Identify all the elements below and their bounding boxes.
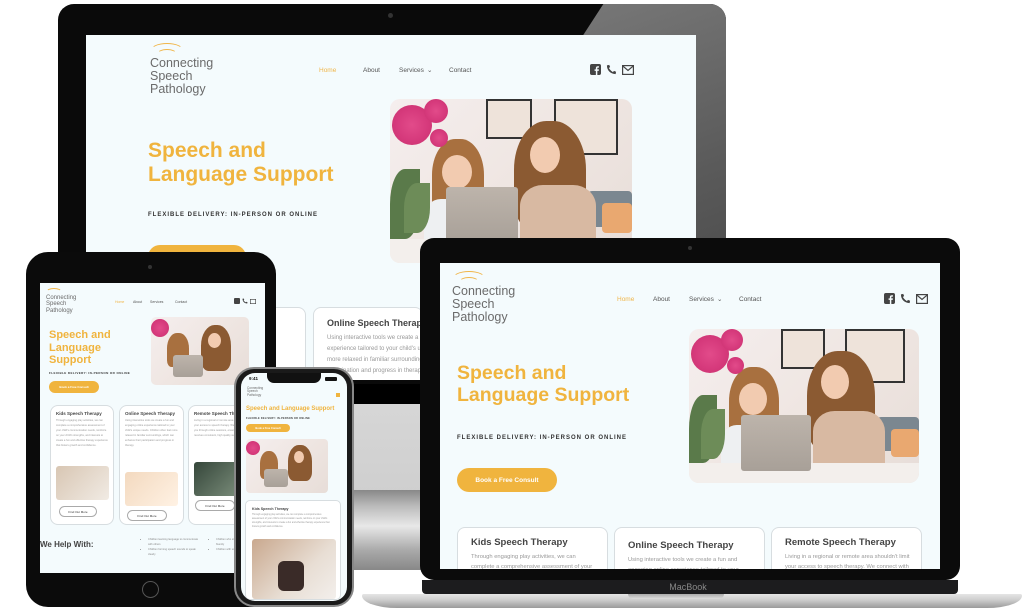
- iphone-screen: 9:41 Connecting Speech Pathology Speech …: [241, 373, 347, 601]
- ipad-book-consult-button[interactable]: Book a Free Consult: [49, 381, 99, 393]
- ipad-card-online-button[interactable]: Find Out More: [127, 510, 167, 521]
- ipad-help-list-1: Children learning language to communicat…: [148, 537, 203, 557]
- nav-services[interactable]: Services: [689, 296, 714, 303]
- logo-arcs-icon: [452, 269, 486, 285]
- mb-service-card-remote: Remote Speech Therapy Living in a region…: [771, 527, 922, 569]
- ipad-hero-title: Speech and Language Support: [49, 329, 111, 367]
- macbook-screen: Connecting Speech Pathology Home About S…: [440, 263, 940, 569]
- hero-title: Speech and Language Support: [148, 139, 334, 187]
- phone-book-consult-button[interactable]: Book a Free Consult: [246, 424, 290, 432]
- mb-service-card-online: Online Speech Therapy Using interactive …: [614, 527, 765, 569]
- phone-hero-title: Speech and Language Support: [246, 406, 335, 412]
- macbook-label: MacBook: [669, 582, 707, 592]
- logo-line-3: Pathology: [150, 82, 206, 97]
- mb-hero-photo: [689, 329, 919, 483]
- nav-home[interactable]: Home: [617, 296, 653, 303]
- nav-about[interactable]: About: [363, 67, 399, 74]
- chevron-down-icon[interactable]: ⌄: [709, 295, 739, 303]
- nav-home[interactable]: Home: [319, 67, 363, 74]
- hamburger-menu-icon[interactable]: [336, 393, 340, 397]
- ipad-card-remote-button[interactable]: Find Out More: [195, 500, 235, 511]
- mb-main-nav: Home About Services ⌄ Contact: [617, 295, 761, 304]
- nav-contact[interactable]: Contact: [739, 296, 761, 303]
- ipad-hero-photo: [151, 317, 249, 385]
- ipad-card-online: Online Speech Therapy Using interactive …: [119, 405, 184, 525]
- mail-icon[interactable]: [916, 293, 928, 304]
- ipad-help-title: We Help With:: [40, 540, 94, 549]
- mb-social-links: [884, 293, 928, 304]
- phone-icon[interactable]: [606, 64, 617, 75]
- battery-icon: [325, 377, 337, 381]
- mb-book-consult-button[interactable]: Book a Free Consult: [457, 468, 557, 492]
- phone-status-time: 9:41: [249, 376, 259, 381]
- logo-arcs-icon: [150, 41, 184, 57]
- phone-hero-subtitle: Flexible Delivery: In-Person or Online: [246, 417, 310, 420]
- ipad-social: [234, 298, 256, 304]
- phone-icon[interactable]: [242, 298, 248, 304]
- site-logo[interactable]: Connecting Speech Pathology: [150, 41, 213, 96]
- facebook-icon[interactable]: [590, 64, 601, 75]
- mb-service-card-kids: Kids Speech Therapy Through engaging pla…: [457, 527, 608, 569]
- imac-camera: [388, 13, 393, 18]
- mb-site-logo[interactable]: Connecting Speech Pathology: [452, 269, 515, 324]
- ipad-nav: Home About Services Contact: [115, 300, 188, 304]
- nav-contact[interactable]: Contact: [449, 67, 471, 74]
- macbook-notch: [628, 594, 724, 599]
- phone-card-kids: Kids Speech Therapy Through engaging pla…: [245, 500, 341, 600]
- logo-arcs-icon: [46, 287, 62, 295]
- ipad-camera: [148, 265, 152, 269]
- facebook-icon[interactable]: [234, 298, 240, 304]
- main-nav: Home About Services ⌄ Contact: [319, 66, 471, 75]
- ipad-card-kids: Kids Speech Therapy Through engaging pla…: [50, 405, 114, 525]
- chevron-down-icon[interactable]: ⌄: [417, 66, 449, 74]
- ipad-card-online-image: [125, 472, 178, 506]
- ipad-card-kids-button[interactable]: Find Out More: [59, 506, 97, 517]
- nav-services[interactable]: Services: [399, 67, 424, 74]
- apple-logo-icon: [375, 425, 409, 465]
- social-links: [590, 64, 634, 75]
- phone-card-kids-image: [252, 539, 336, 599]
- facebook-icon[interactable]: [884, 293, 895, 304]
- ipad-site-logo[interactable]: Connecting Speech Pathology: [46, 287, 76, 314]
- mb-hero-subtitle: Flexible Delivery: In-Person or Online: [457, 435, 628, 441]
- ipad-card-kids-image: [56, 466, 109, 500]
- mail-icon[interactable]: [250, 298, 256, 304]
- mb-hero-title: Speech and Language Support: [457, 362, 630, 407]
- ipad-home-button: [142, 581, 159, 598]
- phone-icon[interactable]: [900, 293, 911, 304]
- ipad-hero-subtitle: Flexible Delivery: In-Person or Online: [49, 371, 131, 375]
- phone-hero-photo: [246, 439, 328, 493]
- nav-about[interactable]: About: [653, 296, 689, 303]
- mail-icon[interactable]: [622, 64, 634, 75]
- macbook-camera: [688, 246, 692, 250]
- phone-site-logo[interactable]: Connecting Speech Pathology: [247, 386, 263, 397]
- iphone-notch: [267, 373, 321, 383]
- hero-subtitle: Flexible Delivery: In-Person or Online: [148, 212, 319, 218]
- ipad-screen: Connecting Speech Pathology Home About S…: [40, 283, 265, 573]
